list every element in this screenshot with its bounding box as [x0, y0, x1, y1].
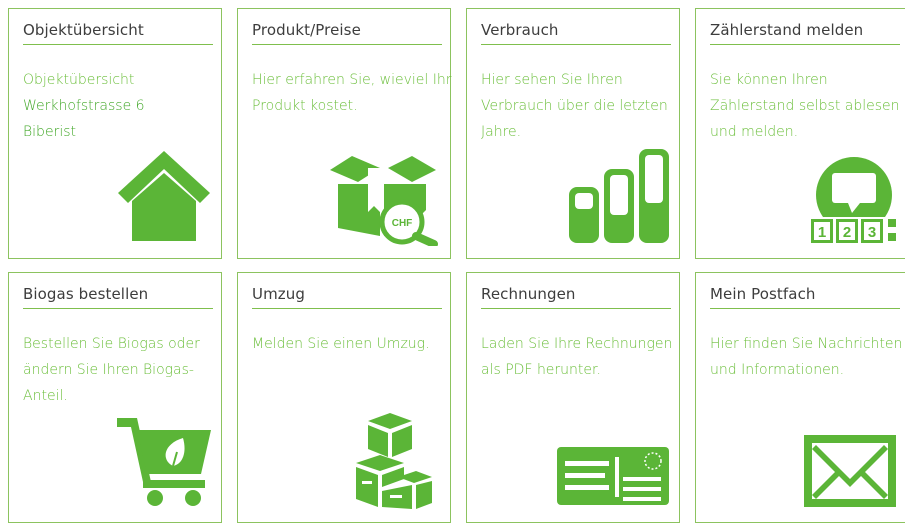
- meter-digit-2: 2: [843, 224, 851, 241]
- title-divider: [252, 44, 442, 45]
- meter-digit-1: 1: [818, 224, 826, 241]
- tile-title: Produkt/Preise: [252, 21, 361, 39]
- tile-description: Objektübersicht Werkhofstrasse 6 Biberis…: [23, 67, 223, 145]
- tile-description: Hier finden Sie Nachrichten und Informat…: [710, 336, 903, 378]
- envelope-icon: [804, 435, 896, 509]
- tile-description: Laden Sie Ihre Rechnungen als PDF herunt…: [481, 336, 673, 378]
- address-city: Biberist: [23, 124, 76, 140]
- tile-title: Objektübersicht: [23, 21, 144, 39]
- tile-title: Zählerstand melden: [710, 21, 864, 39]
- tile-description: Bestellen Sie Biogas oder ändern Sie Ihr…: [23, 336, 200, 404]
- moving-boxes-icon: [354, 411, 434, 511]
- title-divider: [23, 44, 213, 45]
- address-street: Werkhofstrasse 6: [23, 98, 145, 114]
- tile-title: Rechnungen: [481, 285, 576, 303]
- box-price-search-icon: CHF: [328, 154, 443, 246]
- tile-title: Verbrauch: [481, 21, 559, 39]
- chf-label: CHF: [392, 218, 413, 229]
- tile-produkt-preise[interactable]: Produkt/Preise Hier erfahren Sie, wievie…: [237, 8, 452, 259]
- meter-reading-icon: 1 2 3: [808, 155, 900, 247]
- tile-zaehlerstand-melden[interactable]: Zählerstand melden Sie können Ihren Zähl…: [695, 8, 905, 259]
- tile-biogas-bestellen[interactable]: Biogas bestellen Bestellen Sie Biogas od…: [8, 272, 222, 523]
- cart-leaf-icon: [117, 416, 213, 508]
- title-divider: [481, 44, 671, 45]
- title-divider: [710, 308, 900, 309]
- tile-objektuebersicht[interactable]: Objektübersicht Objektübersicht Werkhofs…: [8, 8, 222, 259]
- description-text: Objektübersicht: [23, 72, 135, 88]
- title-divider: [710, 44, 900, 45]
- tile-mein-postfach[interactable]: Mein Postfach Hier finden Sie Nachrichte…: [695, 272, 905, 523]
- meter-digit-3: 3: [868, 224, 876, 241]
- title-divider: [481, 308, 671, 309]
- tile-description: Hier erfahren Sie, wieviel Ihr Produkt k…: [252, 72, 452, 114]
- tile-verbrauch[interactable]: Verbrauch Hier sehen Sie Ihren Verbrauch…: [466, 8, 680, 259]
- tile-title: Umzug: [252, 285, 305, 303]
- title-divider: [23, 308, 213, 309]
- tile-title: Biogas bestellen: [23, 285, 149, 303]
- house-icon: [116, 147, 212, 243]
- tile-rechnungen[interactable]: Rechnungen Laden Sie Ihre Rechnungen als…: [466, 272, 680, 523]
- tile-umzug[interactable]: Umzug Melden Sie einen Umzug.: [237, 272, 451, 523]
- tile-description: Melden Sie einen Umzug.: [252, 336, 430, 352]
- bar-levels-icon: [567, 147, 671, 245]
- invoice-card-icon: [557, 447, 669, 507]
- tile-title: Mein Postfach: [710, 285, 816, 303]
- tile-description: Hier sehen Sie Ihren Verbrauch über die …: [481, 72, 668, 140]
- title-divider: [252, 308, 442, 309]
- tile-description: Sie können Ihren Zählerstand selbst able…: [710, 72, 900, 140]
